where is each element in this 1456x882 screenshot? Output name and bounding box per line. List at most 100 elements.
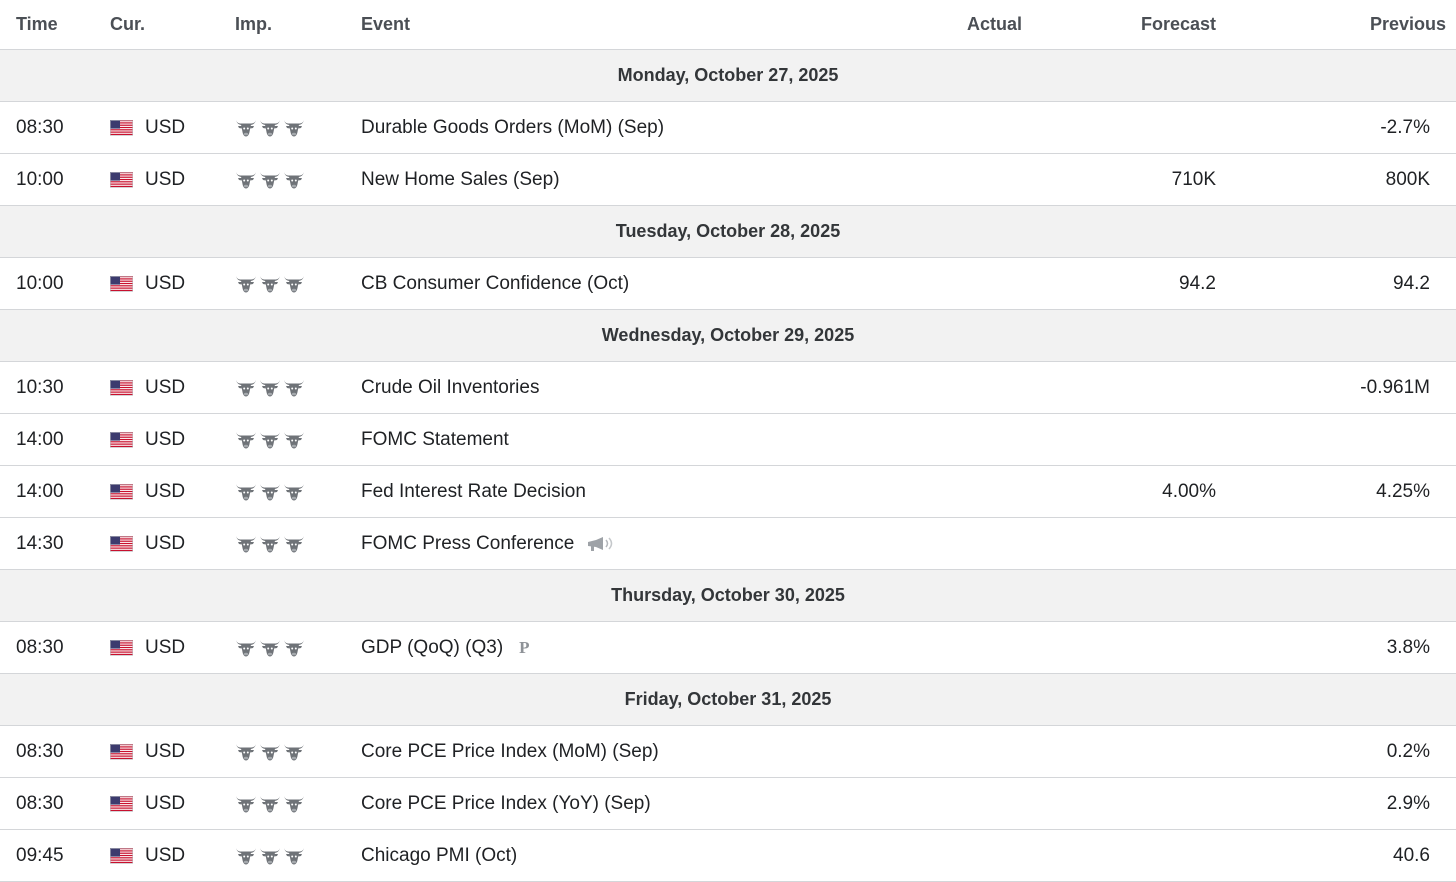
us-flag-icon [110,795,133,812]
event-row[interactable]: 10:00 USD New Home Sales (Sep) 710K 800K [0,154,1456,206]
bull-icon [236,119,256,136]
event-currency: USD [110,169,235,191]
event-name-link[interactable]: Crude Oil Inventories [361,377,539,399]
event-time: 14:30 [16,532,64,554]
event-row[interactable]: 14:30 USD FOMC Press Conference [0,518,1456,570]
header-event[interactable]: Event [361,14,898,35]
event-name-link[interactable]: Core PCE Price Index (YoY) (Sep) [361,793,651,815]
event-time: 14:00 [16,428,64,450]
day-header: Friday, October 31, 2025 [0,674,1456,726]
event-row[interactable]: 14:00 USD Fed Interest Rate Decision 4.00% 4… [0,466,1456,518]
event-cell: Fed Interest Rate Decision [361,481,898,503]
bull-icon [284,847,304,864]
us-flag-icon [110,275,133,292]
event-importance [235,118,361,138]
bull-icon [284,275,304,292]
event-time: 10:00 [16,168,64,190]
event-previous: 0.2% [1386,740,1430,762]
currency-code: USD [145,792,186,814]
event-row[interactable]: 08:30 USD Core PCE Price Index (MoM) (Sep)… [0,726,1456,778]
event-name-link[interactable]: Durable Goods Orders (MoM) (Sep) [361,117,664,139]
day-label: Monday, October 27, 2025 [617,65,839,85]
bull-icon [236,639,256,656]
event-previous: -2.7% [1380,116,1430,138]
us-flag-icon [110,119,133,136]
day-header: Tuesday, October 28, 2025 [0,206,1456,258]
bull-icon [284,431,304,448]
event-forecast: 710K [1171,168,1216,190]
event-name-link[interactable]: Chicago PMI (Oct) [361,845,517,867]
currency-code: USD [145,116,186,138]
event-currency: USD [110,273,235,295]
bull-icon [236,743,256,760]
bull-icon [236,171,256,188]
event-importance [235,534,361,554]
bull-icon [284,795,304,812]
day-label: Friday, October 31, 2025 [624,689,832,709]
header-forecast[interactable]: Forecast [1024,14,1232,35]
event-name-link[interactable]: FOMC Statement [361,429,509,451]
bull-icon [284,639,304,656]
event-time: 10:30 [16,376,64,398]
event-name-link[interactable]: FOMC Press Conference [361,533,574,555]
bull-icon [284,119,304,136]
currency-code: USD [145,532,186,554]
bull-icon [260,639,280,656]
currency-code: USD [145,844,186,866]
event-row[interactable]: 08:30 USD Durable Goods Orders (MoM) (Sep)… [0,102,1456,154]
event-row[interactable]: 10:00 USD CB Consumer Confidence (Oct) 94.2… [0,258,1456,310]
bull-icon [236,847,256,864]
event-previous: 94.2 [1393,272,1430,294]
event-row[interactable]: 08:30 USD Core PCE Price Index (YoY) (Sep)… [0,778,1456,830]
header-previous[interactable]: Previous [1232,14,1456,35]
bull-icon [260,171,280,188]
us-flag-icon [110,379,133,396]
event-importance [235,742,361,762]
us-flag-icon [110,743,133,760]
us-flag-icon [110,483,133,500]
event-name-link[interactable]: CB Consumer Confidence (Oct) [361,273,629,295]
event-currency: USD [110,637,235,659]
header-time[interactable]: Time [0,14,110,35]
bull-icon [260,431,280,448]
bull-icon [236,275,256,292]
event-cell: FOMC Statement [361,429,898,451]
event-forecast: 94.2 [1179,272,1216,294]
bull-icon [260,275,280,292]
event-currency: USD [110,377,235,399]
header-actual[interactable]: Actual [898,14,1024,35]
bull-icon [260,795,280,812]
preliminary-icon: P [519,637,530,657]
event-importance [235,378,361,398]
event-previous: 2.9% [1386,792,1430,814]
speech-icon [588,536,613,551]
event-currency: USD [110,429,235,451]
event-importance [235,170,361,190]
event-name-link[interactable]: Fed Interest Rate Decision [361,481,586,503]
event-cell: Crude Oil Inventories [361,377,898,399]
us-flag-icon [110,171,133,188]
event-previous: 4.25% [1376,480,1430,502]
event-row[interactable]: 09:45 USD Chicago PMI (Oct) 40.6 [0,830,1456,882]
event-importance [235,638,361,658]
us-flag-icon [110,535,133,552]
event-row[interactable]: 14:00 USD FOMC Statement [0,414,1456,466]
event-name-link[interactable]: New Home Sales (Sep) [361,169,560,191]
header-currency[interactable]: Cur. [110,14,235,35]
event-name-link[interactable]: Core PCE Price Index (MoM) (Sep) [361,741,659,763]
event-name-link[interactable]: GDP (QoQ) (Q3) [361,637,503,659]
event-row[interactable]: 10:30 USD Crude Oil Inventories -0.961M [0,362,1456,414]
header-importance[interactable]: Imp. [235,14,361,35]
day-header: Monday, October 27, 2025 [0,50,1456,102]
currency-code: USD [145,636,186,658]
bull-icon [236,535,256,552]
event-currency: USD [110,741,235,763]
day-label: Tuesday, October 28, 2025 [615,221,841,241]
event-importance [235,430,361,450]
event-cell: Durable Goods Orders (MoM) (Sep) [361,117,898,139]
event-row[interactable]: 08:30 USD GDP (QoQ) (Q3) P 3.8% [0,622,1456,674]
table-body: Monday, October 27, 2025 08:30 USD Durable … [0,50,1456,882]
currency-code: USD [145,480,186,502]
us-flag-icon [110,639,133,656]
event-cell: Core PCE Price Index (YoY) (Sep) [361,793,898,815]
